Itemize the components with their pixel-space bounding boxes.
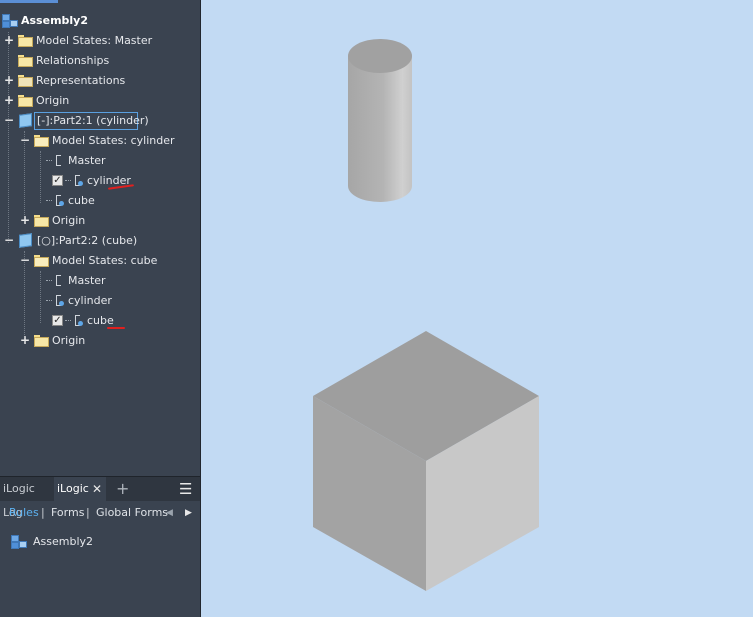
tree-item-master[interactable]: Master [0,151,200,171]
expand-icon[interactable]: + [4,74,14,86]
panel-tab-strip: iLogic Log iLogic ✕ + ☰ [0,476,200,519]
tree-item-model-states-cube[interactable]: − Model States: cube [0,251,200,271]
subtab-forms[interactable]: Forms [51,501,84,525]
tree-item-cylinder[interactable]: cylinder [0,291,200,311]
model-state-icon [46,155,65,167]
tree-item-cube[interactable]: cube [0,191,200,211]
expand-icon[interactable]: + [4,94,14,106]
tree-item-label: Model States: cylinder [52,134,175,147]
tree-item-origin[interactable]: + Origin [0,211,200,231]
tree-item-label: Master [68,274,106,287]
model-state-icon [46,195,65,207]
subtab-rules[interactable]: Rules [9,501,39,525]
tree-root-assembly[interactable]: Assembly2 [0,11,200,31]
tree-item-label: cylinder [68,294,112,307]
tree-item-cube-active[interactable]: ✓ cube [0,311,200,331]
assembly-icon [2,14,19,28]
folder-icon [18,55,33,67]
assembly-icon [11,535,28,549]
checkbox-icon[interactable]: ✓ [52,175,63,186]
tree-item-label: Model States: Master [36,34,153,47]
tab-ilogic-label: iLogic [57,482,89,495]
tree-item-label: [○]:Part2:2 (cube) [37,234,138,247]
folder-icon [18,95,33,107]
menu-icon[interactable]: ☰ [179,477,195,501]
red-underline-annotation [107,327,125,329]
tree-item-part2-1-cylinder[interactable]: − [-]:Part2:1 (cylinder) [0,111,200,131]
close-icon[interactable]: ✕ [92,477,102,501]
folder-icon [34,335,49,347]
collapse-icon[interactable]: − [4,234,14,246]
collapse-icon[interactable]: − [20,254,30,266]
model-browser-panel: Assembly2 + Model States: Master Relatio… [0,0,201,617]
model-state-icon [46,295,65,307]
cube-model[interactable] [313,331,539,591]
folder-icon [18,35,33,47]
tree-item-cylinder-active[interactable]: ✓ cylinder [0,171,200,191]
collapse-icon[interactable]: − [4,114,14,126]
expand-icon[interactable]: + [20,334,30,346]
part-icon [19,113,32,128]
tree-item-model-states-cylinder[interactable]: − Model States: cylinder [0,131,200,151]
folder-icon [34,215,49,227]
tree-item-label: Relationships [36,54,110,67]
subtab-separator: | [41,506,45,519]
expand-icon[interactable]: + [20,214,30,226]
ilogic-tree-item-assembly[interactable]: Assembly2 [0,532,200,552]
active-tab-indicator [0,0,58,3]
expand-icon[interactable]: + [4,34,14,46]
tree-item-relationships[interactable]: Relationships [0,51,200,71]
model-state-icon [65,315,84,327]
graphics-viewport[interactable] [201,0,753,617]
add-tab-icon[interactable]: + [116,477,130,501]
subtab-global-forms[interactable]: Global Forms [96,501,168,525]
cylinder-model[interactable] [348,39,412,202]
tree-item-label: [-]:Part2:1 (cylinder) [37,114,149,127]
model-scene [313,39,539,591]
tree-item-label: Origin [52,334,86,347]
checkbox-icon[interactable]: ✓ [52,315,63,326]
tree-item-label: Origin [52,214,86,227]
tree-item-label: Model States: cube [52,254,158,267]
tree-item-representations[interactable]: + Representations [0,71,200,91]
tree-item-model-states-master[interactable]: + Model States: Master [0,31,200,51]
tree-item-master[interactable]: Master [0,271,200,291]
tree-root-label: Assembly2 [21,14,88,27]
scroll-right-icon[interactable]: ▶ [185,501,192,525]
scroll-left-icon[interactable]: ◀ [166,501,173,525]
tree-item-part2-2-cube[interactable]: − [○]:Part2:2 (cube) [0,231,200,251]
open-folder-icon [34,135,49,147]
tab-ilogic-log[interactable]: iLogic Log [0,477,55,519]
subtab-separator: | [86,506,90,519]
tree-item-origin[interactable]: + Origin [0,331,200,351]
ilogic-subtabs: Rules | Forms | Global Forms ◀ ▶ [0,501,200,525]
tree-item-label: Representations [36,74,126,87]
open-folder-icon [34,255,49,267]
tree-item-origin[interactable]: + Origin [0,91,200,111]
model-state-icon [46,275,65,287]
model-state-icon [65,175,84,187]
part-icon [19,233,32,248]
ilogic-tree-item-label: Assembly2 [33,535,94,548]
representations-folder-icon [18,75,33,87]
tree-item-label: cube [68,194,95,207]
tab-ilogic[interactable]: iLogic ✕ [54,477,106,501]
tree-item-label: Origin [36,94,70,107]
collapse-icon[interactable]: − [20,134,30,146]
tree-item-label: Master [68,154,106,167]
